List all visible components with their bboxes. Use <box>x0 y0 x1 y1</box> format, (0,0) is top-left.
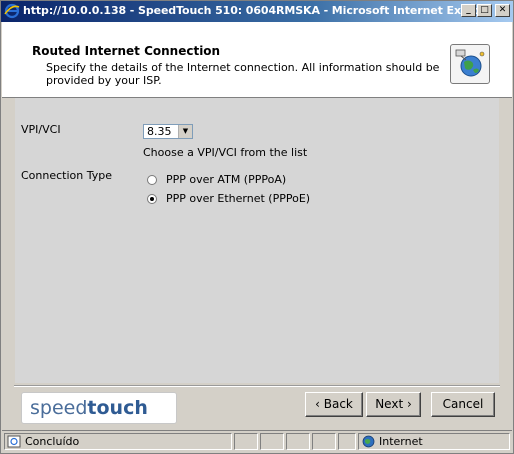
footer-divider <box>14 385 500 387</box>
status-cell <box>260 433 284 450</box>
radio-pppoe[interactable] <box>147 194 157 204</box>
window-title: http://10.0.0.138 - SpeedTouch 510: 0604… <box>23 4 493 17</box>
logo-text: speedtouch <box>30 397 148 419</box>
speedtouch-logo: speedtouch <box>21 392 177 424</box>
back-button[interactable]: ‹ Back <box>305 392 363 417</box>
maximize-button[interactable]: □ <box>477 4 492 17</box>
status-cell <box>286 433 310 450</box>
vpi-vci-select[interactable]: 8.35 ▼ <box>143 124 193 139</box>
radio-pppoe-label[interactable]: PPP over Ethernet (PPPoE) <box>166 192 310 205</box>
page-title: Routed Internet Connection <box>32 44 221 58</box>
connection-type-label: Connection Type <box>21 169 113 182</box>
page-subtitle: Specify the details of the Internet conn… <box>46 61 440 87</box>
vpi-vci-hint: Choose a VPI/VCI from the list <box>143 146 308 159</box>
minimize-button[interactable]: _ <box>461 4 476 17</box>
status-cell <box>234 433 258 450</box>
security-zone: Internet <box>358 433 510 450</box>
cancel-button[interactable]: Cancel <box>431 392 495 417</box>
logo-touch: touch <box>87 397 148 419</box>
status-main: Concluído <box>4 433 232 450</box>
next-button[interactable]: Next › <box>366 392 421 417</box>
logo-speed: speed <box>30 397 88 419</box>
title-bar[interactable]: http://10.0.0.138 - SpeedTouch 510: 0604… <box>1 1 513 22</box>
vpi-vci-value: 8.35 <box>147 125 172 138</box>
globe-icon <box>362 435 375 448</box>
network-globe-icon <box>450 44 490 84</box>
wizard-header: Routed Internet Connection Specify the d… <box>2 22 512 98</box>
browser-window: http://10.0.0.138 - SpeedTouch 510: 0604… <box>0 0 514 454</box>
wizard-footer: speedtouch ‹ Back Next › Cancel <box>2 383 512 429</box>
chevron-down-icon[interactable]: ▼ <box>178 125 192 138</box>
internet-explorer-icon <box>4 3 20 19</box>
close-button[interactable]: ✕ <box>495 4 510 17</box>
status-cell <box>338 433 356 450</box>
form-panel: VPI/VCI 8.35 ▼ Choose a VPI/VCI from the… <box>15 98 499 383</box>
page-icon <box>7 435 21 448</box>
zone-text: Internet <box>379 435 423 448</box>
status-cell <box>312 433 336 450</box>
radio-pppoa[interactable] <box>147 175 157 185</box>
status-text: Concluído <box>25 435 80 448</box>
radio-pppoa-label[interactable]: PPP over ATM (PPPoA) <box>166 173 286 186</box>
vpi-vci-label: VPI/VCI <box>21 123 61 136</box>
status-bar: Concluído Internet <box>2 430 512 453</box>
